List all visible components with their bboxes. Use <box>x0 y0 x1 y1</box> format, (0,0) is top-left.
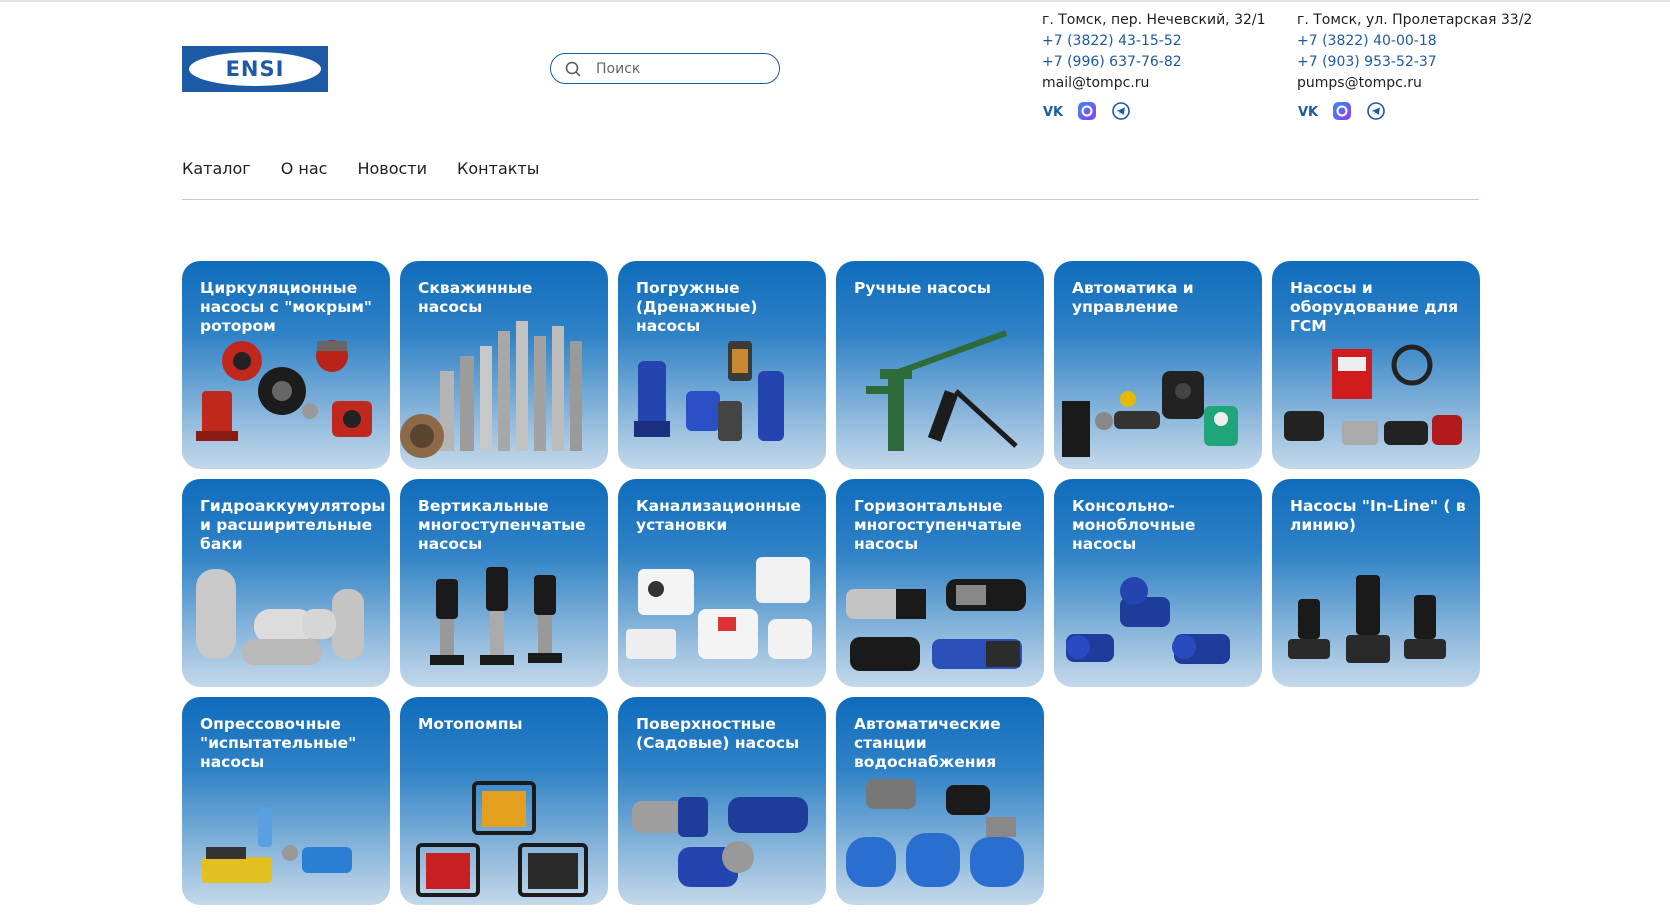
category-title: Насосы и оборудование для ГСМ <box>1290 279 1459 335</box>
category-card-pressure-test[interactable]: Опрессовочные "испытательные" насосы <box>182 697 390 905</box>
ensi-logo[interactable]: ENSI <box>182 46 328 92</box>
max-messenger-icon[interactable] <box>1331 100 1353 122</box>
contact-email[interactable]: mail@tompc.ru <box>1042 73 1266 94</box>
category-grid: Циркуляционные насосы с "мокрым" ротором… <box>182 261 1480 905</box>
category-title: Мотопомпы <box>418 715 523 733</box>
contact-phone[interactable]: +7 (3822) 40-00-18 <box>1297 31 1532 52</box>
logo-oval: ENSI <box>189 52 321 86</box>
telegram-icon[interactable] <box>1365 100 1387 122</box>
category-card-hand[interactable]: Ручные насосы <box>836 261 1044 469</box>
search-input[interactable] <box>594 59 768 78</box>
category-title: Вертикальные многоступенчатые насосы <box>418 497 586 553</box>
vk-icon[interactable]: VK <box>1297 100 1319 122</box>
main-nav: Каталог О нас Новости Контакты <box>182 159 539 178</box>
category-card-surface[interactable]: Поверхностные (Садовые) насосы <box>618 697 826 905</box>
contact-phone[interactable]: +7 (996) 637-76-82 <box>1042 52 1266 73</box>
max-messenger-icon[interactable] <box>1076 100 1098 122</box>
category-title: Поверхностные (Садовые) насосы <box>636 715 800 752</box>
nav-catalog[interactable]: Каталог <box>182 159 251 178</box>
category-title: Консольно-моноблочные насосы <box>1072 497 1196 553</box>
category-title: Гидроаккумуляторы и расширительные баки <box>200 497 386 553</box>
category-card-monoblock[interactable]: Консольно-моноблочные насосы <box>1054 479 1262 687</box>
category-title: Опрессовочные "испытательные" насосы <box>200 715 357 771</box>
category-title: Горизонтальные многоступенчатые насосы <box>854 497 1022 553</box>
category-title: Автоматические станции водоснабжения <box>854 715 1001 771</box>
category-card-water-stations[interactable]: Автоматические станции водоснабжения <box>836 697 1044 905</box>
social-links: VK <box>1042 100 1266 122</box>
search-box[interactable] <box>550 53 780 84</box>
nav-about[interactable]: О нас <box>281 159 328 178</box>
top-border <box>0 0 1670 2</box>
category-title: Скважинные насосы <box>418 279 533 316</box>
category-card-circulation[interactable]: Циркуляционные насосы с "мокрым" ротором <box>182 261 390 469</box>
contact-email[interactable]: pumps@tompc.ru <box>1297 73 1532 94</box>
nav-divider <box>182 199 1479 200</box>
category-card-horizontal[interactable]: Горизонтальные многоступенчатые насосы <box>836 479 1044 687</box>
telegram-icon[interactable] <box>1110 100 1132 122</box>
category-title: Погружные (Дренажные) насосы <box>636 279 758 335</box>
category-card-vertical[interactable]: Вертикальные многоступенчатые насосы <box>400 479 608 687</box>
nav-contacts[interactable]: Контакты <box>457 159 539 178</box>
category-card-submersible[interactable]: Погружные (Дренажные) насосы <box>618 261 826 469</box>
category-card-automation[interactable]: Автоматика и управление <box>1054 261 1262 469</box>
category-card-sewage[interactable]: Канализационные установки <box>618 479 826 687</box>
category-title: Циркуляционные насосы с "мокрым" ротором <box>200 279 372 335</box>
category-title: Канализационные установки <box>636 497 801 534</box>
category-card-motor-pumps[interactable]: Мотопомпы <box>400 697 608 905</box>
social-links: VK <box>1297 100 1532 122</box>
search-icon <box>565 61 581 77</box>
contact-block-proletarskaya: г. Томск, ул. Пролетарская 33/2 +7 (3822… <box>1297 10 1532 122</box>
logo-text: ENSI <box>225 57 285 81</box>
category-title: Автоматика и управление <box>1072 279 1194 316</box>
svg-text:VK: VK <box>1043 105 1063 118</box>
nav-news[interactable]: Новости <box>357 159 427 178</box>
category-card-fuel[interactable]: Насосы и оборудование для ГСМ <box>1272 261 1480 469</box>
vk-icon[interactable]: VK <box>1042 100 1064 122</box>
category-card-tanks[interactable]: Гидроаккумуляторы и расширительные баки <box>182 479 390 687</box>
category-title: Ручные насосы <box>854 279 991 297</box>
category-title: Насосы "In-Line" ( в линию) <box>1290 497 1466 534</box>
category-card-inline[interactable]: Насосы "In-Line" ( в линию) <box>1272 479 1480 687</box>
contact-block-nechevsky: г. Томск, пер. Нечевский, 32/1 +7 (3822)… <box>1042 10 1266 122</box>
contact-phone[interactable]: +7 (3822) 43-15-52 <box>1042 31 1266 52</box>
contact-address: г. Томск, пер. Нечевский, 32/1 <box>1042 12 1266 28</box>
category-card-borehole[interactable]: Скважинные насосы <box>400 261 608 469</box>
contact-phone[interactable]: +7 (903) 953-52-37 <box>1297 52 1532 73</box>
svg-text:VK: VK <box>1298 105 1318 118</box>
contact-address: г. Томск, ул. Пролетарская 33/2 <box>1297 12 1533 28</box>
